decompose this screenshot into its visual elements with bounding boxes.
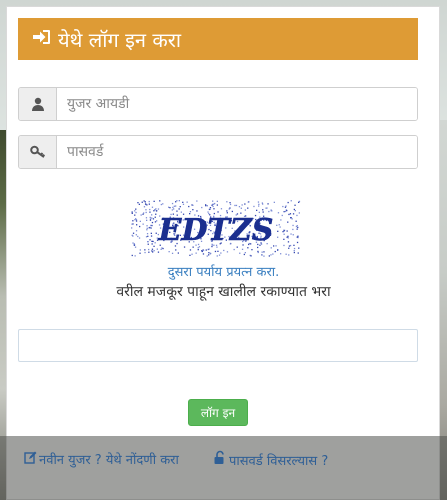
login-button[interactable]: लॉग इन — [188, 399, 248, 426]
username-input[interactable] — [57, 88, 417, 120]
register-label: नवीन युजर ? येथे नोंदणी करा — [39, 453, 179, 468]
edit-icon — [24, 451, 39, 468]
password-input[interactable] — [57, 136, 417, 168]
key-icon — [19, 136, 57, 168]
captcha-input[interactable] — [18, 329, 418, 362]
user-icon — [19, 88, 57, 120]
unlock-icon — [213, 450, 229, 469]
refresh-captcha-link[interactable]: दुसरा पर्याय प्रयत्न करा. — [0, 262, 447, 280]
login-panel-header: येथे लॉग इन करा — [18, 18, 418, 60]
captcha-text: EDTZS — [158, 213, 274, 248]
captcha-instruction: वरील मजकूर पाहून खालील रकाण्यात भरा — [116, 284, 331, 300]
captcha-image: EDTZS — [131, 200, 301, 258]
login-title: येथे लॉग इन करा — [58, 27, 182, 52]
username-group — [18, 87, 418, 121]
forgot-password-link[interactable]: पासवर्ड विसरल्यास ? — [213, 450, 328, 469]
sign-in-icon — [32, 27, 58, 51]
password-group — [18, 135, 418, 169]
forgot-password-label: पासवर्ड विसरल्यास ? — [229, 453, 329, 469]
register-link[interactable]: नवीन युजर ? येथे नोंदणी करा — [24, 450, 179, 468]
